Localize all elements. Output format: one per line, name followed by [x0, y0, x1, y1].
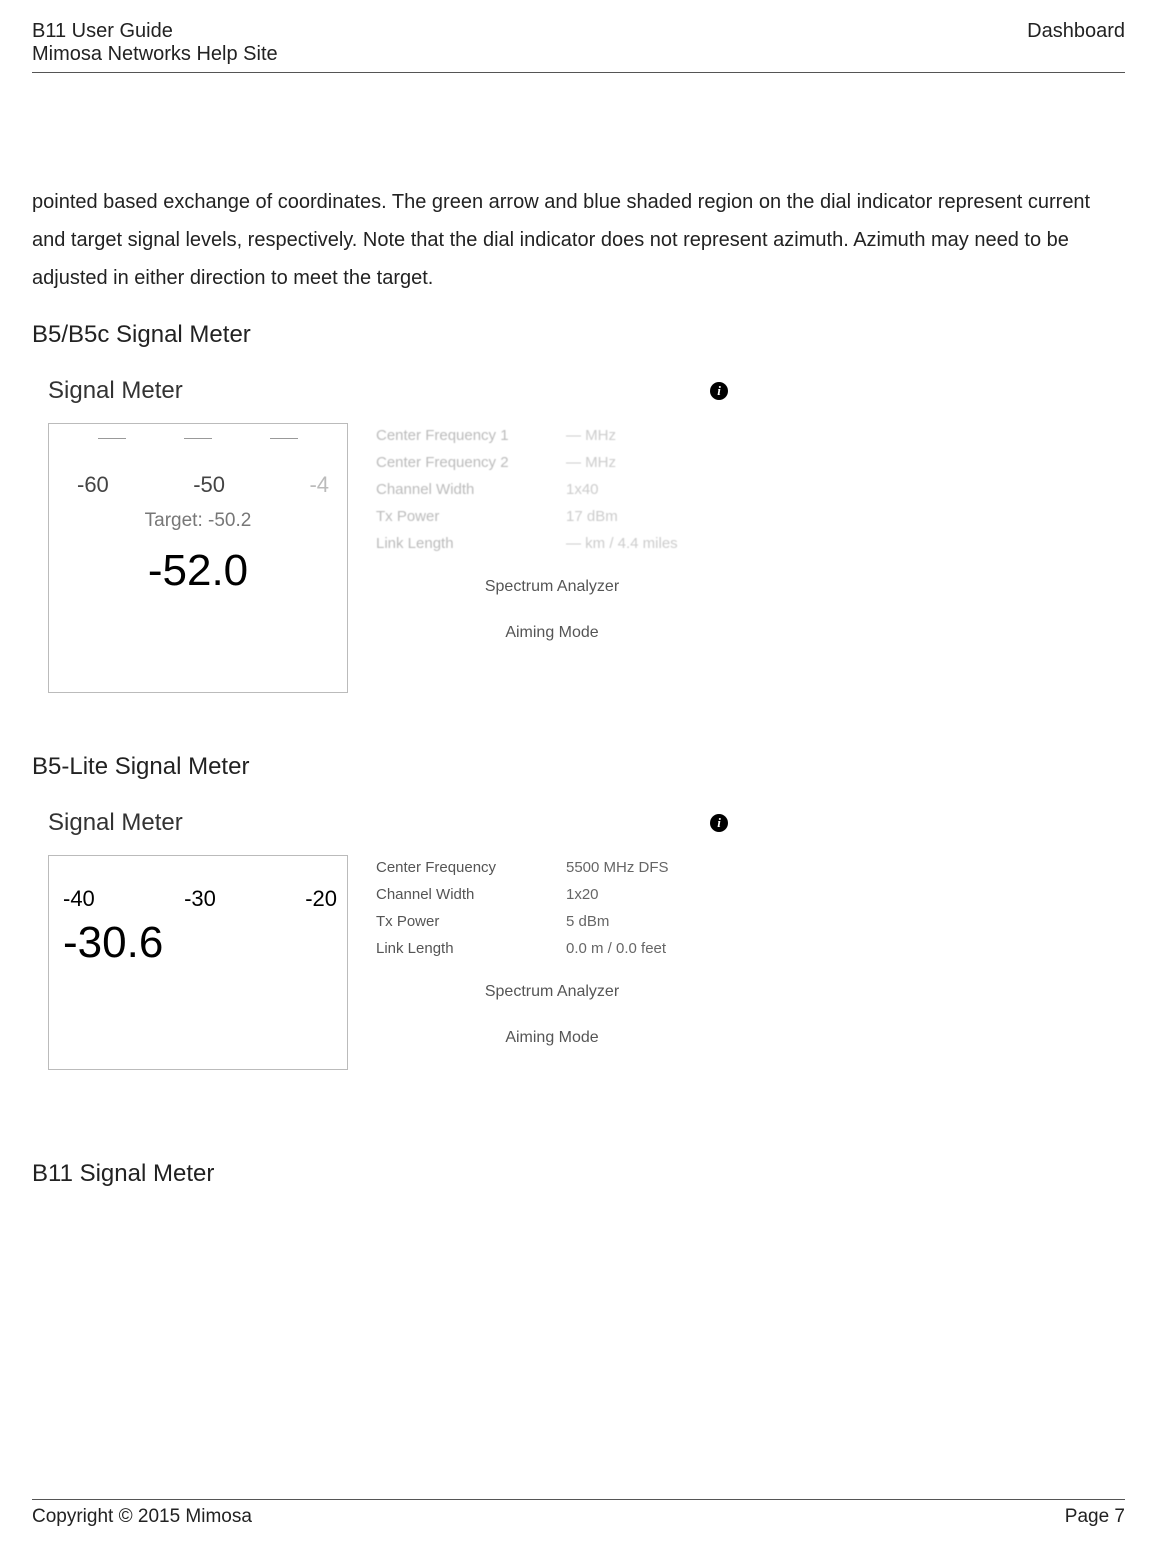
stat-row: Tx Power17 dBm	[376, 508, 728, 525]
stat-label: Center Frequency	[376, 859, 566, 876]
info-icon[interactable]: i	[710, 814, 728, 832]
panel-title: Signal Meter	[48, 377, 183, 405]
copyright-text: Copyright © 2015 Mimosa	[32, 1506, 252, 1528]
stat-row: Link Length0.0 m / 0.0 feet	[376, 940, 728, 957]
section-heading-b5: B5/B5c Signal Meter	[32, 321, 1125, 349]
stat-label: Tx Power	[376, 508, 566, 525]
stat-row: Center Frequency5500 MHz DFS	[376, 859, 728, 876]
stats-block: Center Frequency 1— MHz Center Frequency…	[376, 423, 728, 693]
stat-row: Channel Width1x40	[376, 481, 728, 498]
aiming-mode-link[interactable]: Aiming Mode	[376, 1029, 728, 1047]
dial-tick-label: -20	[305, 886, 337, 912]
signal-meter-panel-b5lite: Signal Meter i -40 -30 -20 -30.6 Center …	[48, 809, 728, 1070]
spectrum-analyzer-link[interactable]: Spectrum Analyzer	[376, 578, 728, 596]
stat-label: Link Length	[376, 535, 566, 552]
doc-title: B11 User Guide	[32, 20, 278, 43]
stat-value: 17 dBm	[566, 508, 618, 525]
dial-tick-label: -60	[77, 472, 109, 498]
stat-label: Center Frequency 2	[376, 454, 566, 471]
dial-indicator: -40 -30 -20 -30.6	[48, 855, 348, 1070]
stat-label: Channel Width	[376, 886, 566, 903]
dial-tick-label: -4	[309, 472, 329, 498]
stat-row: Channel Width1x20	[376, 886, 728, 903]
section-heading-b11: B11 Signal Meter	[32, 1160, 1125, 1188]
signal-value: -52.0	[49, 546, 347, 596]
stat-row: Center Frequency 2— MHz	[376, 454, 728, 471]
stat-label: Channel Width	[376, 481, 566, 498]
dial-tick-label: -50	[193, 472, 225, 498]
stat-value: 5500 MHz DFS	[566, 859, 669, 876]
info-icon[interactable]: i	[710, 382, 728, 400]
stat-label: Tx Power	[376, 913, 566, 930]
stat-label: Link Length	[376, 940, 566, 957]
stat-label: Center Frequency 1	[376, 427, 566, 444]
aiming-mode-link[interactable]: Aiming Mode	[376, 624, 728, 642]
body-paragraph: pointed based exchange of coordinates. T…	[32, 183, 1125, 297]
dial-tick-label: -30	[184, 886, 216, 912]
stat-row: Center Frequency 1— MHz	[376, 427, 728, 444]
page-footer: Copyright © 2015 Mimosa Page 7	[32, 1499, 1125, 1528]
stat-row: Tx Power5 dBm	[376, 913, 728, 930]
dial-tick-label: -40	[63, 886, 95, 912]
page-header: B11 User Guide Mimosa Networks Help Site…	[32, 20, 1125, 73]
dial-indicator: -60 -50 -4 Target: -50.2 -52.0	[48, 423, 348, 693]
stat-value: — km / 4.4 miles	[566, 535, 678, 552]
stat-value: 0.0 m / 0.0 feet	[566, 940, 666, 957]
signal-value: -30.6	[49, 918, 347, 968]
stat-value: — MHz	[566, 427, 616, 444]
stat-value: — MHz	[566, 454, 616, 471]
stats-block: Center Frequency5500 MHz DFS Channel Wid…	[376, 855, 728, 1070]
signal-meter-panel-b5: Signal Meter i -60 -50 -4 Target: -50.2 …	[48, 377, 728, 693]
section-heading-b5lite: B5-Lite Signal Meter	[32, 753, 1125, 781]
stat-value: 1x40	[566, 481, 599, 498]
stat-row: Link Length— km / 4.4 miles	[376, 535, 728, 552]
header-section-name: Dashboard	[1027, 20, 1125, 66]
spectrum-analyzer-link[interactable]: Spectrum Analyzer	[376, 983, 728, 1001]
panel-title: Signal Meter	[48, 809, 183, 837]
page-number: Page 7	[1065, 1506, 1125, 1528]
stat-value: 5 dBm	[566, 913, 609, 930]
target-label: Target: -50.2	[49, 510, 347, 532]
doc-subtitle: Mimosa Networks Help Site	[32, 43, 278, 66]
stat-value: 1x20	[566, 886, 599, 903]
